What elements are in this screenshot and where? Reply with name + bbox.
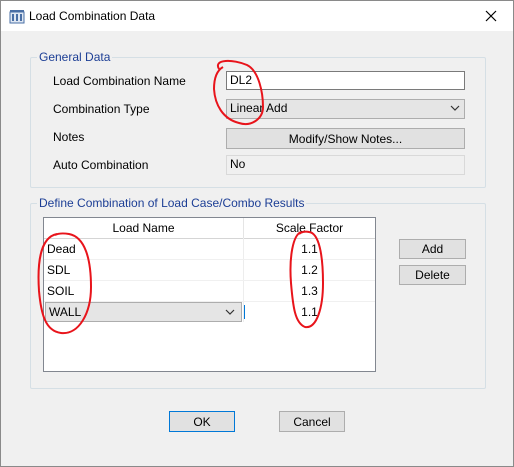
add-button[interactable]: Add [399,239,466,259]
close-icon [485,10,497,22]
window-title: Load Combination Data [29,9,156,23]
combination-type-label: Combination Type [53,102,150,116]
table-row[interactable]: WALL 1.1 [44,302,375,323]
combination-type-value: Linear Add [230,101,288,115]
table-row[interactable]: SDL 1.2 [44,260,375,281]
load-combination-grid: Load Name Scale Factor Dead 1.1 SDL 1.2 … [43,217,376,372]
notes-label: Notes [53,130,85,144]
scale-factor-cell[interactable]: 1.1 [244,242,375,256]
app-icon [9,10,25,24]
scale-factor-cell[interactable]: 1.1 [244,305,375,319]
auto-combination-label: Auto Combination [53,158,149,172]
delete-button[interactable]: Delete [399,265,466,285]
table-row[interactable]: Dead 1.1 [44,239,375,260]
chevron-down-icon [450,105,460,111]
table-row[interactable]: SOIL 1.3 [44,281,375,302]
load-name-cell[interactable]: Dead [47,242,76,256]
load-name-dropdown[interactable]: WALL [45,302,242,322]
load-name-cell: WALL [49,305,82,319]
modify-notes-button[interactable]: Modify/Show Notes... [226,128,465,149]
close-button[interactable] [469,1,513,31]
scale-factor-cell[interactable]: 1.3 [244,284,375,298]
cancel-button[interactable]: Cancel [279,411,345,432]
chevron-down-icon [225,309,235,315]
column-header-scale-factor[interactable]: Scale Factor [244,218,375,238]
load-combination-dialog: Load Combination Data General Data Load … [0,0,514,467]
combination-name-label: Load Combination Name [53,74,186,88]
combination-type-select[interactable]: Linear Add [226,99,465,119]
combination-name-input[interactable]: DL2 [226,71,465,90]
title-bar: Load Combination Data [1,1,513,31]
ok-button[interactable]: OK [169,411,235,432]
define-combination-legend: Define Combination of Load Case/Combo Re… [37,196,307,210]
load-name-cell[interactable]: SDL [47,263,70,277]
column-header-load-name[interactable]: Load Name [44,218,243,238]
auto-combination-value: No [226,155,465,175]
load-name-cell[interactable]: SOIL [47,284,74,298]
scale-factor-cell[interactable]: 1.2 [244,263,375,277]
general-data-legend: General Data [37,50,113,64]
grid-header: Load Name Scale Factor [44,218,375,239]
